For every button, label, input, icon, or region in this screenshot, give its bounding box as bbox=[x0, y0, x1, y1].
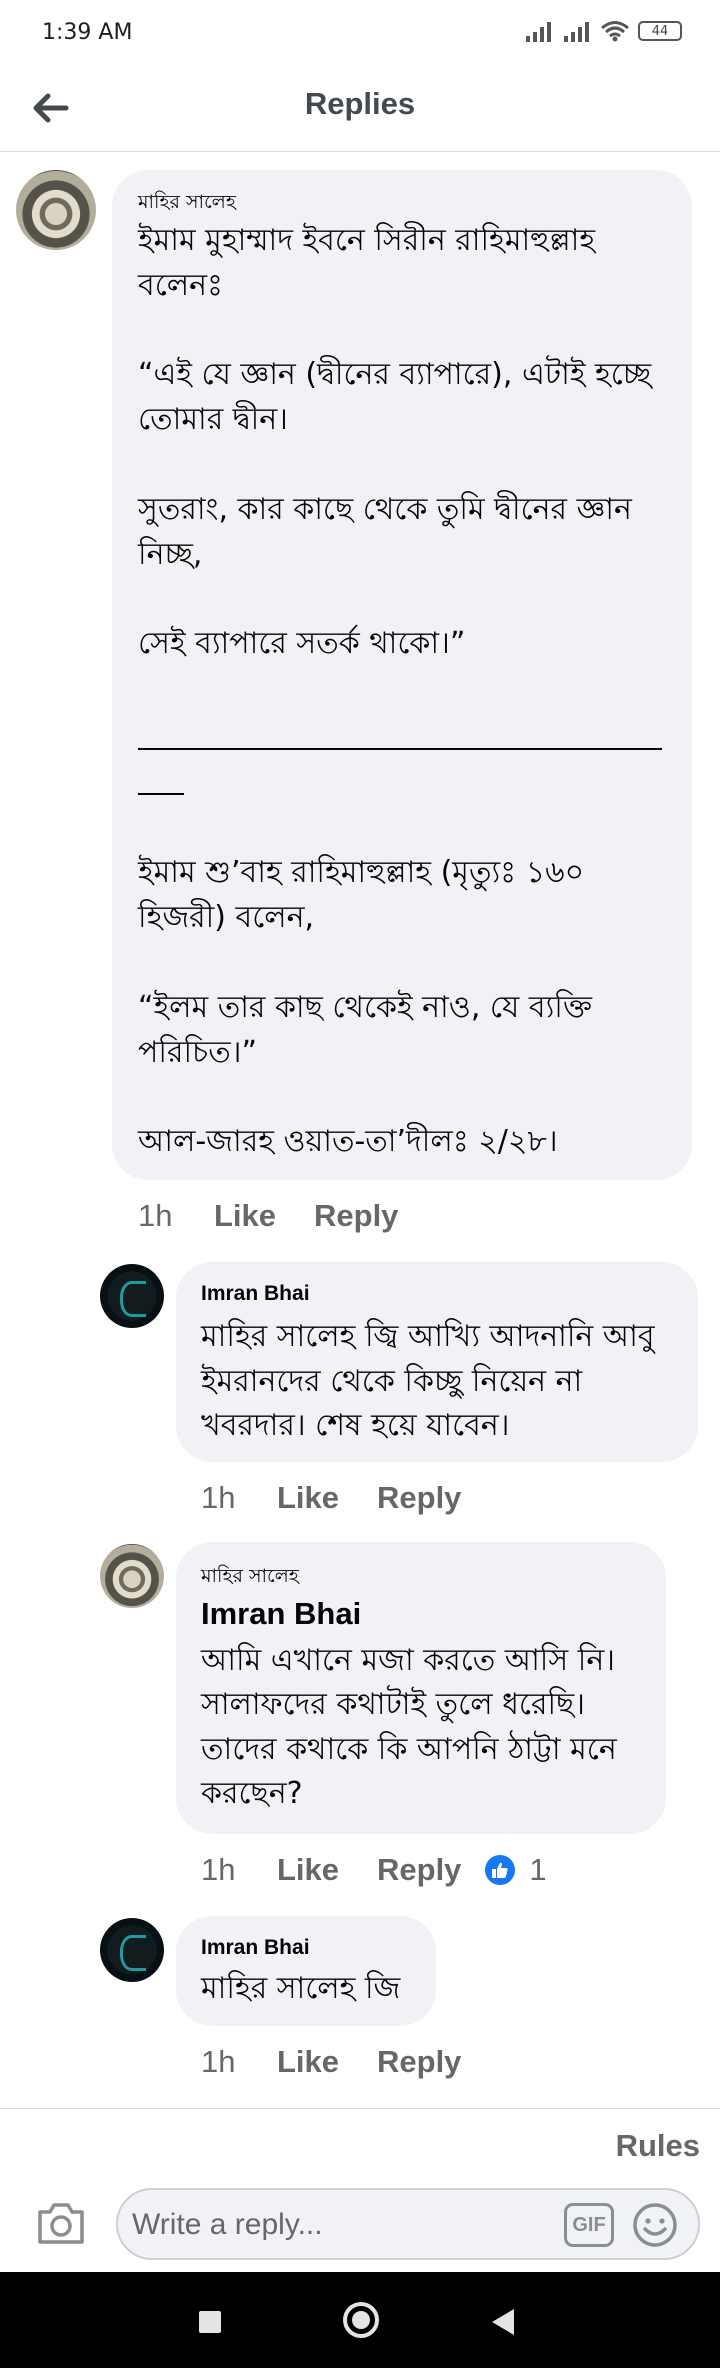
avatar[interactable] bbox=[16, 170, 96, 250]
reply-button[interactable]: Reply bbox=[377, 1852, 461, 1888]
mention-tag[interactable]: Imran Bhai bbox=[201, 1596, 361, 1632]
comment-text-line: নিচ্ছ, bbox=[138, 537, 203, 572]
composer-divider bbox=[0, 2108, 720, 2109]
reaction-summary[interactable]: 1 bbox=[485, 1852, 547, 1888]
comment-text-line: মাহির সালেহ জ্বি আখ্যি আদনানি আবু bbox=[201, 1319, 655, 1354]
gif-button[interactable]: GIF bbox=[564, 2203, 614, 2247]
emoji-icon bbox=[633, 2203, 677, 2247]
comment-actions: 1h Like Reply bbox=[201, 2042, 461, 2082]
like-button[interactable]: Like bbox=[277, 1480, 377, 1516]
like-button[interactable]: Like bbox=[277, 2044, 377, 2080]
comment-text-line: তাদের কথাকে কি আপনি ঠাট্টা মনে bbox=[201, 1732, 617, 1767]
comment-text-line: সুতরাং, কার কাছে থেকে তুমি দ্বীনের জ্ঞান bbox=[138, 492, 632, 527]
wifi-icon bbox=[601, 21, 629, 42]
status-icons: 44 bbox=[524, 20, 682, 42]
comment-text-line: হিজরী) বলেন, bbox=[138, 900, 315, 935]
rules-link[interactable]: Rules bbox=[616, 2128, 700, 2164]
comment-actions: 1h Like Reply bbox=[138, 1196, 398, 1236]
like-button[interactable]: Like bbox=[214, 1198, 314, 1234]
signal-icon-2 bbox=[564, 22, 589, 42]
comment-text-line: সালাফদের কথাটাই তুলে ধরেছি। bbox=[201, 1687, 585, 1722]
avatar[interactable] bbox=[100, 1544, 164, 1608]
reply-button[interactable]: Reply bbox=[377, 2044, 461, 2080]
reply-button[interactable]: Reply bbox=[377, 1480, 461, 1516]
like-button[interactable]: Like bbox=[277, 1852, 377, 1888]
reply-input[interactable] bbox=[132, 2200, 532, 2250]
comment-text-line: তোমার দ্বীন। bbox=[138, 402, 288, 437]
comment-text-line: মাহির সালেহ জি bbox=[201, 1971, 401, 2006]
comment-text-line: ইমাম শু’বাহ রাহিমাহুল্লাহ (মৃত্যুঃ ১৬০ bbox=[138, 855, 585, 890]
comment-text-line: আল-জারহ ওয়াত-তা’দীলঃ ২/২৮। bbox=[138, 1124, 558, 1159]
comment-text-line: করছেন? bbox=[201, 1776, 303, 1811]
comment-text-line: পরিচিত।” bbox=[138, 1035, 258, 1070]
like-reaction-icon bbox=[485, 1855, 516, 1885]
thumbs-up-icon bbox=[492, 1862, 509, 1878]
comment-text-line: “এই যে জ্ঞান (দ্বীনের ব্যাপারে), এটাই হচ… bbox=[138, 357, 652, 392]
camera-button[interactable] bbox=[36, 2200, 86, 2246]
comment-author[interactable]: মাহির সালেহ bbox=[138, 188, 236, 220]
text-divider bbox=[138, 748, 662, 750]
comment-text-line: আমি এখানে মজা করতে আসি নি। bbox=[201, 1643, 615, 1678]
comment-text-line: ইমাম মুহাম্মাদ ইবনে সিরীন রাহিমাহুল্লাহ bbox=[138, 223, 596, 258]
comment-author[interactable]: Imran Bhai bbox=[201, 1936, 310, 1960]
comment-text-line: “ইলম তার কাছ থেকেই নাও, যে ব্যক্তি bbox=[138, 990, 592, 1025]
page-title: Replies bbox=[304, 86, 416, 121]
status-bar: 1:39 AM 44 bbox=[0, 0, 720, 68]
camera-icon bbox=[38, 2203, 84, 2244]
comment-author[interactable]: মাহির সালেহ bbox=[201, 1562, 299, 1594]
comment-time: 1h bbox=[201, 1480, 236, 1515]
comment-time: 1h bbox=[138, 1198, 173, 1233]
comment-text-line: সেই ব্যাপারে সতর্ক থাকো।” bbox=[138, 626, 466, 661]
comment-text-line: ইমরানদের থেকে কিচ্ছু নিয়েন না bbox=[201, 1364, 583, 1399]
avatar[interactable] bbox=[100, 1918, 164, 1982]
battery-icon: 44 bbox=[638, 21, 682, 41]
comment-actions: 1h Like Reply bbox=[201, 1478, 461, 1518]
comment-time: 1h bbox=[201, 1852, 236, 1887]
battery-level: 44 bbox=[651, 23, 669, 39]
reply-button[interactable]: Reply bbox=[314, 1198, 398, 1234]
status-time: 1:39 AM bbox=[42, 20, 133, 45]
emoji-button[interactable] bbox=[632, 2202, 678, 2248]
avatar[interactable] bbox=[100, 1264, 164, 1328]
comment-author[interactable]: Imran Bhai bbox=[201, 1282, 310, 1306]
system-nav-bar bbox=[0, 2272, 720, 2368]
reaction-count: 1 bbox=[529, 1852, 547, 1887]
system-back-button[interactable] bbox=[492, 2309, 514, 2335]
reply-composer[interactable]: GIF bbox=[116, 2188, 700, 2260]
text-divider bbox=[138, 793, 184, 795]
comment-text-line: বলেনঃ bbox=[138, 268, 224, 303]
comment-actions: 1h Like Reply 1 bbox=[201, 1850, 547, 1890]
signal-icon bbox=[526, 22, 551, 42]
recent-apps-button[interactable] bbox=[199, 2311, 221, 2333]
comment-time: 1h bbox=[201, 2044, 236, 2079]
comment-text-line: খবরদার। শেষ হয়ে যাবেন। bbox=[201, 1408, 510, 1443]
app-header: Replies bbox=[0, 68, 720, 152]
home-button[interactable] bbox=[343, 2302, 379, 2338]
